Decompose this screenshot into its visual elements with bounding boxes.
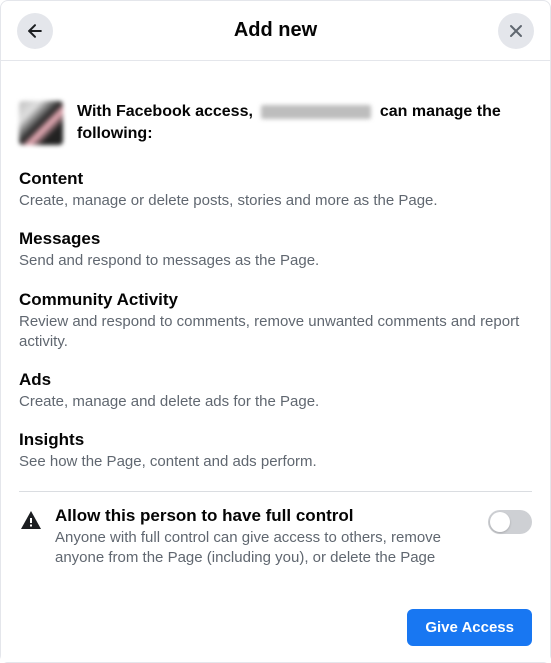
section-insights: Insights See how the Page, content and a…: [19, 430, 532, 472]
section-desc: Create, manage and delete ads for the Pa…: [19, 392, 532, 412]
dialog-content: With Facebook access, can manage the fol…: [1, 61, 550, 662]
full-control-title: Allow this person to have full control: [55, 506, 476, 526]
section-community: Community Activity Review and respond to…: [19, 290, 532, 353]
back-button[interactable]: [17, 13, 53, 49]
full-control-toggle[interactable]: [488, 510, 532, 534]
section-title: Community Activity: [19, 290, 532, 310]
section-messages: Messages Send and respond to messages as…: [19, 229, 532, 271]
intro-prefix: With Facebook access,: [77, 103, 257, 120]
full-control-row: Allow this person to have full control A…: [19, 506, 532, 569]
section-desc: Send and respond to messages as the Page…: [19, 251, 532, 271]
section-title: Ads: [19, 370, 532, 390]
section-ads: Ads Create, manage and delete ads for th…: [19, 370, 532, 412]
redacted-name: [261, 105, 371, 119]
full-control-desc: Anyone with full control can give access…: [55, 528, 476, 569]
intro-row: With Facebook access, can manage the fol…: [19, 77, 532, 169]
close-button[interactable]: [498, 13, 534, 49]
section-desc: Create, manage or delete posts, stories …: [19, 191, 532, 211]
section-title: Insights: [19, 430, 532, 450]
arrow-left-icon: [25, 21, 45, 41]
give-access-button[interactable]: Give Access: [407, 609, 532, 646]
close-icon: [506, 21, 526, 41]
dialog-title: Add new: [1, 19, 550, 42]
section-content: Content Create, manage or delete posts, …: [19, 169, 532, 211]
section-desc: See how the Page, content and ads perfor…: [19, 452, 532, 472]
warning-icon: [19, 509, 43, 533]
avatar: [19, 101, 63, 145]
section-desc: Review and respond to comments, remove u…: [19, 312, 532, 353]
divider: [19, 491, 532, 492]
section-title: Messages: [19, 229, 532, 249]
intro-text: With Facebook access, can manage the fol…: [77, 101, 532, 144]
dialog-header: Add new: [1, 1, 550, 61]
section-title: Content: [19, 169, 532, 189]
dialog-footer: Give Access: [1, 593, 550, 662]
full-control-text: Allow this person to have full control A…: [55, 506, 476, 569]
